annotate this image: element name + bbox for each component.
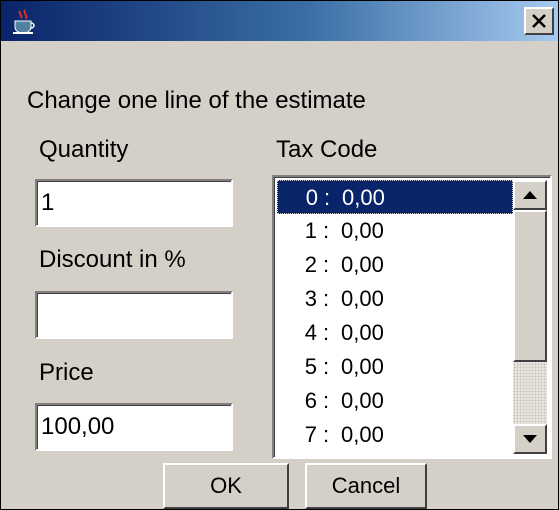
arrow-up-icon	[523, 191, 537, 199]
tax-code-item[interactable]: 1:0,00	[277, 214, 513, 248]
price-input[interactable]	[35, 403, 233, 451]
discount-label: Discount in %	[39, 246, 186, 273]
scroll-down-button[interactable]	[513, 424, 547, 454]
ok-button[interactable]: OK	[163, 463, 289, 509]
tax-code-item[interactable]: 6:0,00	[277, 384, 513, 418]
tax-code-item[interactable]: 5:0,00	[277, 350, 513, 384]
tax-code-list[interactable]: 0:0,00 1:0,00 2:0,00 3:0,00 4:0,00 5:0,0…	[272, 175, 552, 459]
tax-code-item[interactable]: 0:0,00	[277, 180, 513, 214]
java-cup-icon	[13, 9, 35, 34]
tax-code-item[interactable]: 4:0,00	[277, 316, 513, 350]
discount-input[interactable]	[35, 291, 233, 339]
scroll-thumb[interactable]	[513, 210, 547, 362]
title-bar[interactable]	[1, 1, 558, 41]
quantity-label: Quantity	[39, 136, 129, 163]
close-icon	[532, 14, 546, 28]
cancel-button[interactable]: Cancel	[305, 463, 427, 509]
price-label: Price	[39, 359, 94, 386]
vertical-scrollbar[interactable]	[513, 180, 547, 454]
close-button[interactable]	[524, 7, 554, 35]
scroll-up-button[interactable]	[513, 180, 547, 210]
tax-code-item[interactable]: 7:0,00	[277, 418, 513, 452]
tax-code-item[interactable]: 2:0,00	[277, 248, 513, 282]
arrow-down-icon	[523, 435, 537, 443]
quantity-input[interactable]	[35, 179, 233, 227]
tax-code-label: Tax Code	[276, 136, 378, 163]
tax-code-item[interactable]: 3:0,00	[277, 282, 513, 316]
edit-estimate-line-dialog: Change one line of the estimate Quantity…	[0, 0, 559, 510]
tax-code-items: 0:0,00 1:0,00 2:0,00 3:0,00 4:0,00 5:0,0…	[277, 180, 513, 452]
dialog-heading: Change one line of the estimate	[27, 87, 366, 114]
